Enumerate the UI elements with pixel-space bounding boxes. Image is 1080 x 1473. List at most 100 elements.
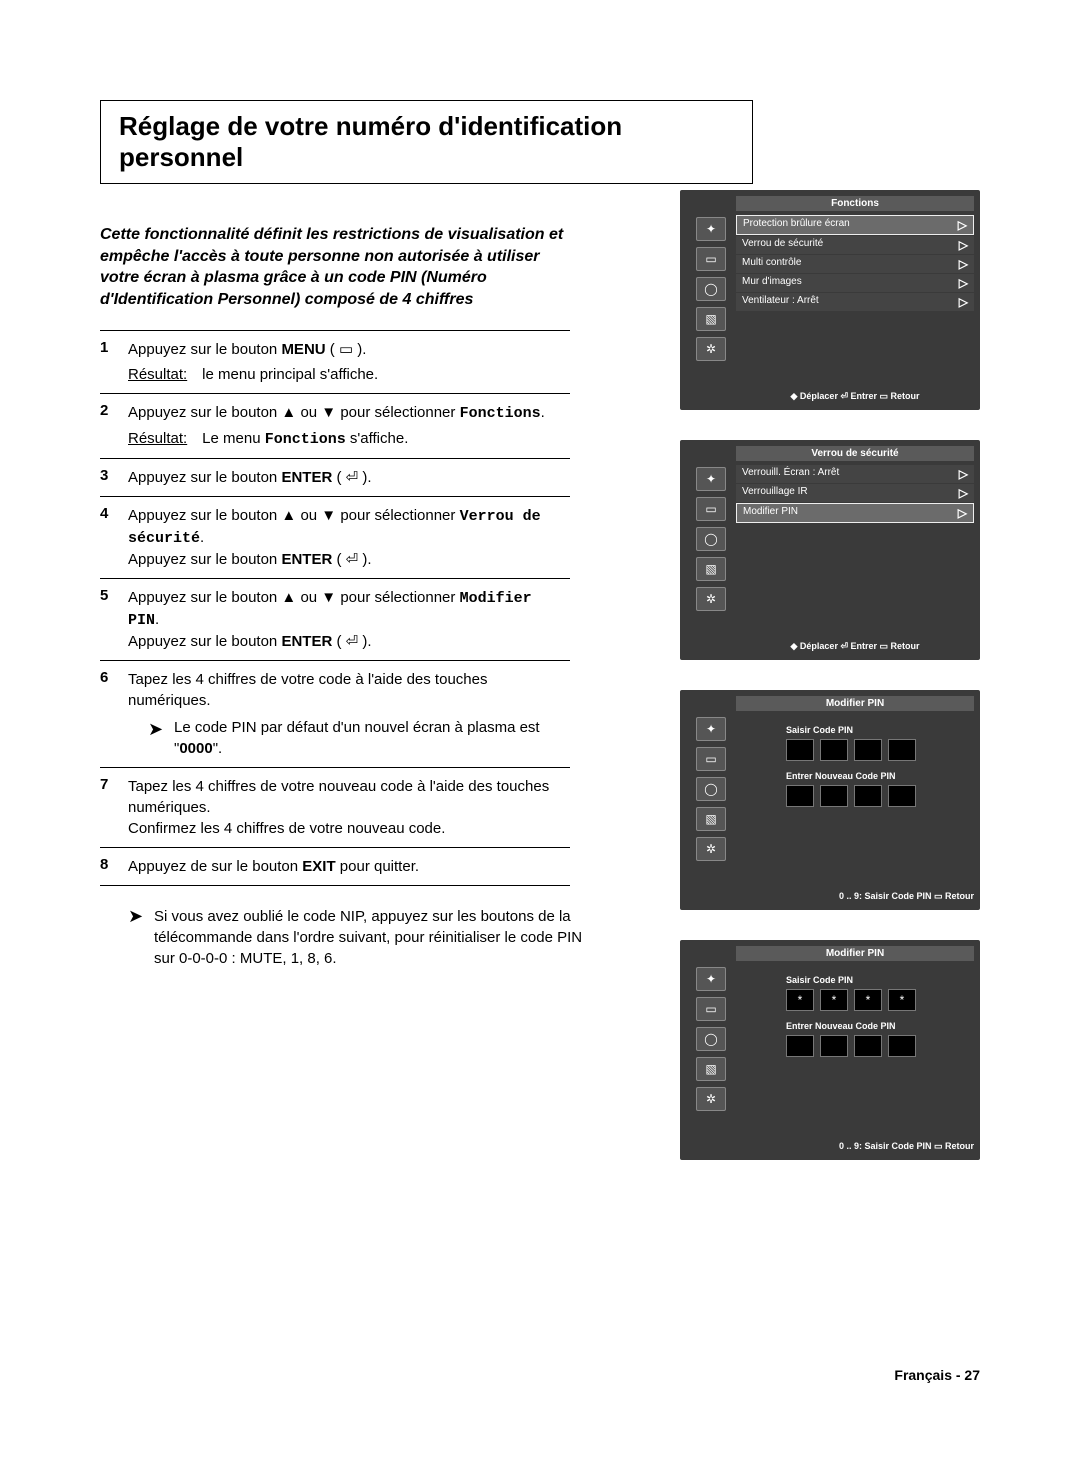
- pin-digit[interactable]: [888, 1035, 916, 1057]
- step-body: Appuyez sur le bouton ENTER ( ⏎ ).: [128, 467, 570, 488]
- pin-digit[interactable]: [854, 785, 882, 807]
- step: 4 Appuyez sur le bouton ▲ ou ▼ pour séle…: [100, 496, 570, 578]
- pin-digit[interactable]: [854, 1035, 882, 1057]
- step-number: 8: [100, 856, 128, 877]
- text: ( ▭ ).: [326, 341, 367, 358]
- text: ( ⏎ ).: [332, 469, 371, 486]
- pin-digit[interactable]: *: [786, 989, 814, 1011]
- osd-item[interactable]: Ventilateur : Arrêt▷: [736, 293, 974, 311]
- text: s'affiche.: [346, 430, 409, 447]
- osd-footer: ◆ Déplacer ⏎ Entrer ▭ Retour: [736, 641, 974, 652]
- pin-row: * * * *: [786, 989, 916, 1011]
- footnote: ➤ Si vous avez oublié le code NIP, appuy…: [100, 906, 598, 969]
- text: Appuyez sur le bouton ▲ ou ▼ pour sélect…: [128, 507, 460, 524]
- text: ( ⏎ ).: [332, 551, 371, 568]
- chevron-right-icon: ▷: [958, 506, 967, 520]
- note-arrow-icon: ➤: [128, 906, 154, 969]
- bold: EXIT: [302, 858, 335, 875]
- sound-icon: ▭: [696, 247, 726, 271]
- sound-icon: ▭: [696, 747, 726, 771]
- pin-row: [786, 739, 916, 761]
- pin-digit[interactable]: *: [854, 989, 882, 1011]
- pin-digit[interactable]: [820, 1035, 848, 1057]
- step: 8 Appuyez de sur le bouton EXIT pour qui…: [100, 847, 570, 886]
- text: Tapez les 4 chiffres de votre nouveau co…: [128, 778, 549, 816]
- text: Appuyez sur le bouton ▲ ou ▼ pour sélect…: [128, 404, 460, 421]
- step-body: Appuyez sur le bouton ▲ ou ▼ pour sélect…: [128, 587, 570, 652]
- osd-item-label: Verrouillage IR: [742, 486, 808, 500]
- step-number: 4: [100, 505, 128, 570]
- pin-digit[interactable]: [786, 739, 814, 761]
- osd-item[interactable]: Verrouill. Écran : Arrêt ▷: [736, 465, 974, 483]
- setup-icon: ▧: [696, 807, 726, 831]
- osd-footer: 0 .. 9: Saisir Code PIN ▭ Retour: [736, 891, 974, 902]
- text: .: [541, 404, 545, 421]
- step: 1 Appuyez sur le bouton MENU ( ▭ ). Résu…: [100, 330, 570, 393]
- osd-column: Fonctions ✦ ▭ ◯ ▧ ✲ Protection brûlure é…: [680, 190, 980, 1190]
- clock-icon: ◯: [696, 777, 726, 801]
- osd-item[interactable]: Multi contrôle▷: [736, 255, 974, 273]
- chevron-right-icon: ▷: [959, 295, 968, 309]
- pin-digit[interactable]: [888, 739, 916, 761]
- pin-digit[interactable]: [888, 785, 916, 807]
- bold: ENTER: [281, 551, 332, 568]
- footnote-text: Si vous avez oublié le code NIP, appuyez…: [154, 906, 598, 969]
- osd-icon-column: ✦ ▭ ◯ ▧ ✲: [686, 215, 736, 361]
- clock-icon: ◯: [696, 527, 726, 551]
- text: Appuyez sur le bouton: [128, 633, 281, 650]
- pin-digit[interactable]: [786, 1035, 814, 1057]
- step-body: Appuyez sur le bouton MENU ( ▭ ). Résult…: [128, 339, 570, 385]
- function-icon: ✲: [696, 1087, 726, 1111]
- pin-digit[interactable]: [820, 739, 848, 761]
- function-icon: ✲: [696, 587, 726, 611]
- saisir-label: Saisir Code PIN: [786, 725, 916, 735]
- osd-item[interactable]: Verrou de sécurité▷: [736, 236, 974, 254]
- text: Appuyez de sur le bouton: [128, 858, 302, 875]
- bold: Fonctions: [265, 431, 346, 448]
- osd-title: Modifier PIN: [736, 696, 974, 711]
- text: Tapez les 4 chiffres de votre code à l'a…: [128, 671, 487, 709]
- text: .: [200, 529, 204, 546]
- step-body: Tapez les 4 chiffres de votre code à l'a…: [128, 669, 570, 759]
- pin-digit[interactable]: *: [888, 989, 916, 1011]
- step: 5 Appuyez sur le bouton ▲ ou ▼ pour séle…: [100, 578, 570, 660]
- osd-item-label: Multi contrôle: [742, 257, 801, 271]
- text: Le menu: [202, 430, 265, 447]
- function-icon: ✲: [696, 337, 726, 361]
- osd-item[interactable]: Verrouillage IR ▷: [736, 484, 974, 502]
- chevron-right-icon: ▷: [959, 486, 968, 500]
- osd-modifier-pin-filled: Modifier PIN ✦ ▭ ◯ ▧ ✲ Saisir Code PIN *…: [680, 940, 980, 1160]
- osd-item-label: Verrouill. Écran : Arrêt: [742, 467, 839, 481]
- osd-item-label: Mur d'images: [742, 276, 802, 290]
- chevron-right-icon: ▷: [959, 276, 968, 290]
- osd-item[interactable]: Mur d'images ▷: [736, 274, 974, 292]
- pin-digit[interactable]: [786, 785, 814, 807]
- function-icon: ✲: [696, 837, 726, 861]
- text: Appuyez sur le bouton ▲ ou ▼ pour sélect…: [128, 589, 460, 606]
- picture-icon: ✦: [696, 217, 726, 241]
- step-body: Tapez les 4 chiffres de votre nouveau co…: [128, 776, 570, 839]
- osd-fonctions: Fonctions ✦ ▭ ◯ ▧ ✲ Protection brûlure é…: [680, 190, 980, 410]
- osd-title: Modifier PIN: [736, 946, 974, 961]
- pin-digit[interactable]: *: [820, 989, 848, 1011]
- pin-digit[interactable]: [854, 739, 882, 761]
- osd-item-label: Verrou de sécurité: [742, 238, 823, 252]
- bold: Fonctions: [460, 405, 541, 422]
- osd-title: Verrou de sécurité: [736, 446, 974, 461]
- osd-item-label: Protection brûlure écran: [743, 218, 850, 232]
- sound-icon: ▭: [696, 997, 726, 1021]
- step-number: 2: [100, 402, 128, 450]
- osd-modifier-pin-blank: Modifier PIN ✦ ▭ ◯ ▧ ✲ Saisir Code PIN: [680, 690, 980, 910]
- osd-icon-column: ✦ ▭ ◯ ▧ ✲: [686, 965, 736, 1111]
- result-label: Résultat:: [128, 364, 198, 385]
- osd-item[interactable]: Protection brûlure écran▷: [736, 215, 974, 235]
- bold: ENTER: [281, 469, 332, 486]
- text: Le code PIN par défaut d'un nouvel écran…: [174, 719, 540, 757]
- osd-item[interactable]: Modifier PIN▷: [736, 503, 974, 523]
- steps-list: 1 Appuyez sur le bouton MENU ( ▭ ). Résu…: [100, 330, 570, 886]
- pin-area: Saisir Code PIN Entrer Nouveau Code PIN: [786, 715, 916, 861]
- text: ".: [213, 740, 223, 757]
- pin-digit[interactable]: [820, 785, 848, 807]
- step: 3 Appuyez sur le bouton ENTER ( ⏎ ).: [100, 458, 570, 496]
- chevron-right-icon: ▷: [959, 467, 968, 481]
